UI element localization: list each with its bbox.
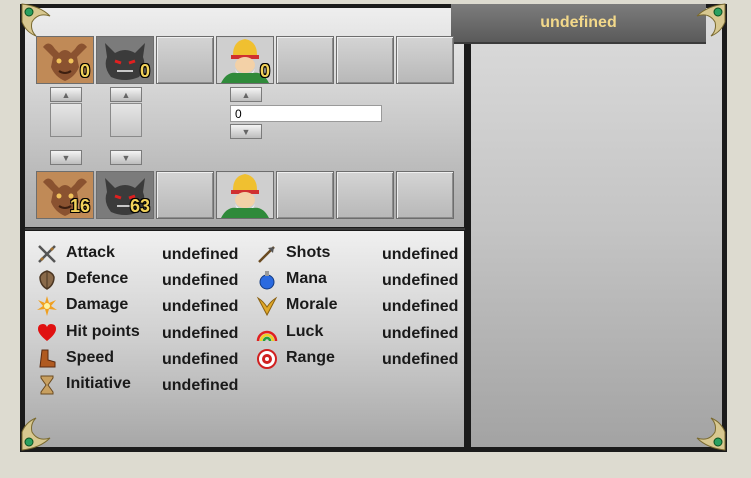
corner-ornament-icon [696, 417, 726, 451]
minotaur-split-stepper[interactable]: ▲ ▼ [50, 87, 82, 167]
stat-value: undefined [162, 272, 239, 289]
potion-icon [259, 271, 275, 290]
wings-icon [256, 296, 278, 317]
demon-split-stepper[interactable]: ▲ ▼ [110, 87, 142, 167]
corner-ornament-icon [21, 417, 51, 451]
hourglass-icon [40, 375, 54, 395]
stat-label: Defence [66, 270, 129, 287]
stepper-track[interactable] [110, 103, 142, 137]
stat-initiative: Initiative undefined [36, 374, 242, 396]
corner-ornament-icon [696, 3, 726, 37]
burst-icon [37, 296, 57, 316]
stat-label: Range [286, 349, 335, 366]
corner-ornament-icon [21, 3, 51, 37]
unit-count: 0 [259, 61, 270, 81]
top-slot-empty[interactable] [156, 36, 214, 84]
stat-label: Morale [286, 296, 338, 313]
stat-value: undefined [382, 272, 459, 289]
stat-damage: Damage undefined [36, 295, 242, 317]
panel-divider [25, 228, 465, 230]
stepper-down-button[interactable]: ▼ [50, 150, 82, 165]
stepper-down-button[interactable]: ▼ [230, 124, 262, 139]
stat-shots: Shots undefined [256, 243, 460, 265]
stat-label: Initiative [66, 375, 131, 392]
stat-value: undefined [162, 351, 239, 368]
bottom-slot-sultan[interactable] [216, 171, 274, 219]
boot-icon [39, 349, 56, 368]
heart-icon [38, 324, 56, 341]
stat-value: undefined [162, 246, 239, 263]
stat-label: Mana [286, 270, 327, 287]
stat-label: Damage [66, 296, 129, 313]
stat-value: undefined [382, 325, 459, 342]
stepper-up-button[interactable]: ▲ [230, 87, 262, 102]
target-icon [257, 349, 277, 369]
bottom-slot-shadow-demon[interactable]: 63 [96, 171, 154, 219]
stat-value: undefined [162, 325, 239, 342]
bottom-slot-empty[interactable] [336, 171, 394, 219]
stat-label: Hit points [66, 323, 140, 340]
stat-value: undefined [382, 298, 459, 315]
stat-value: undefined [382, 351, 459, 368]
rainbow-icon [256, 330, 278, 342]
sultan-portrait [217, 172, 273, 218]
stat-label: Shots [286, 244, 331, 261]
stat-defence: Defence undefined [36, 269, 242, 291]
top-slot-empty[interactable] [276, 36, 334, 84]
stat-luck: Luck undefined [256, 322, 460, 344]
top-slot-empty[interactable] [336, 36, 394, 84]
bottom-slot-empty[interactable] [396, 171, 454, 219]
info-panel [471, 8, 722, 447]
stepper-down-button[interactable]: ▼ [110, 150, 142, 165]
stat-hit-points: Hit points undefined [36, 322, 242, 344]
unit-count: 16 [69, 196, 90, 216]
stat-value: undefined [162, 377, 239, 394]
stat-attack: Attack undefined [36, 243, 242, 265]
top-slot-sultan[interactable]: 0 [216, 36, 274, 84]
stat-morale: Morale undefined [256, 295, 460, 317]
stat-mana: Mana undefined [256, 269, 460, 291]
stat-label: Luck [286, 323, 324, 340]
bottom-slot-empty[interactable] [156, 171, 214, 219]
top-slot-shadow-demon[interactable]: 0 [96, 36, 154, 84]
unit-count: 0 [79, 61, 90, 81]
shield-icon [39, 270, 55, 290]
top-slot-empty[interactable] [396, 36, 454, 84]
stat-speed: Speed undefined [36, 348, 242, 370]
stat-value: undefined [162, 298, 239, 315]
stat-range: Range undefined [256, 348, 460, 370]
split-quantity-input[interactable] [230, 105, 382, 122]
stepper-up-button[interactable]: ▲ [110, 87, 142, 102]
sword-icon [38, 245, 56, 263]
bottom-slot-empty[interactable] [276, 171, 334, 219]
unit-count: 0 [139, 61, 150, 81]
unit-count: 63 [129, 196, 150, 216]
stat-label: Speed [66, 349, 115, 366]
stepper-up-button[interactable]: ▲ [50, 87, 82, 102]
stepper-track[interactable] [50, 103, 82, 137]
stat-value: undefined [382, 246, 459, 263]
stat-label: Attack [66, 244, 115, 261]
arrow-icon [258, 246, 275, 263]
info-title: undefined [451, 4, 706, 44]
bottom-slot-minotaur[interactable]: 16 [36, 171, 94, 219]
